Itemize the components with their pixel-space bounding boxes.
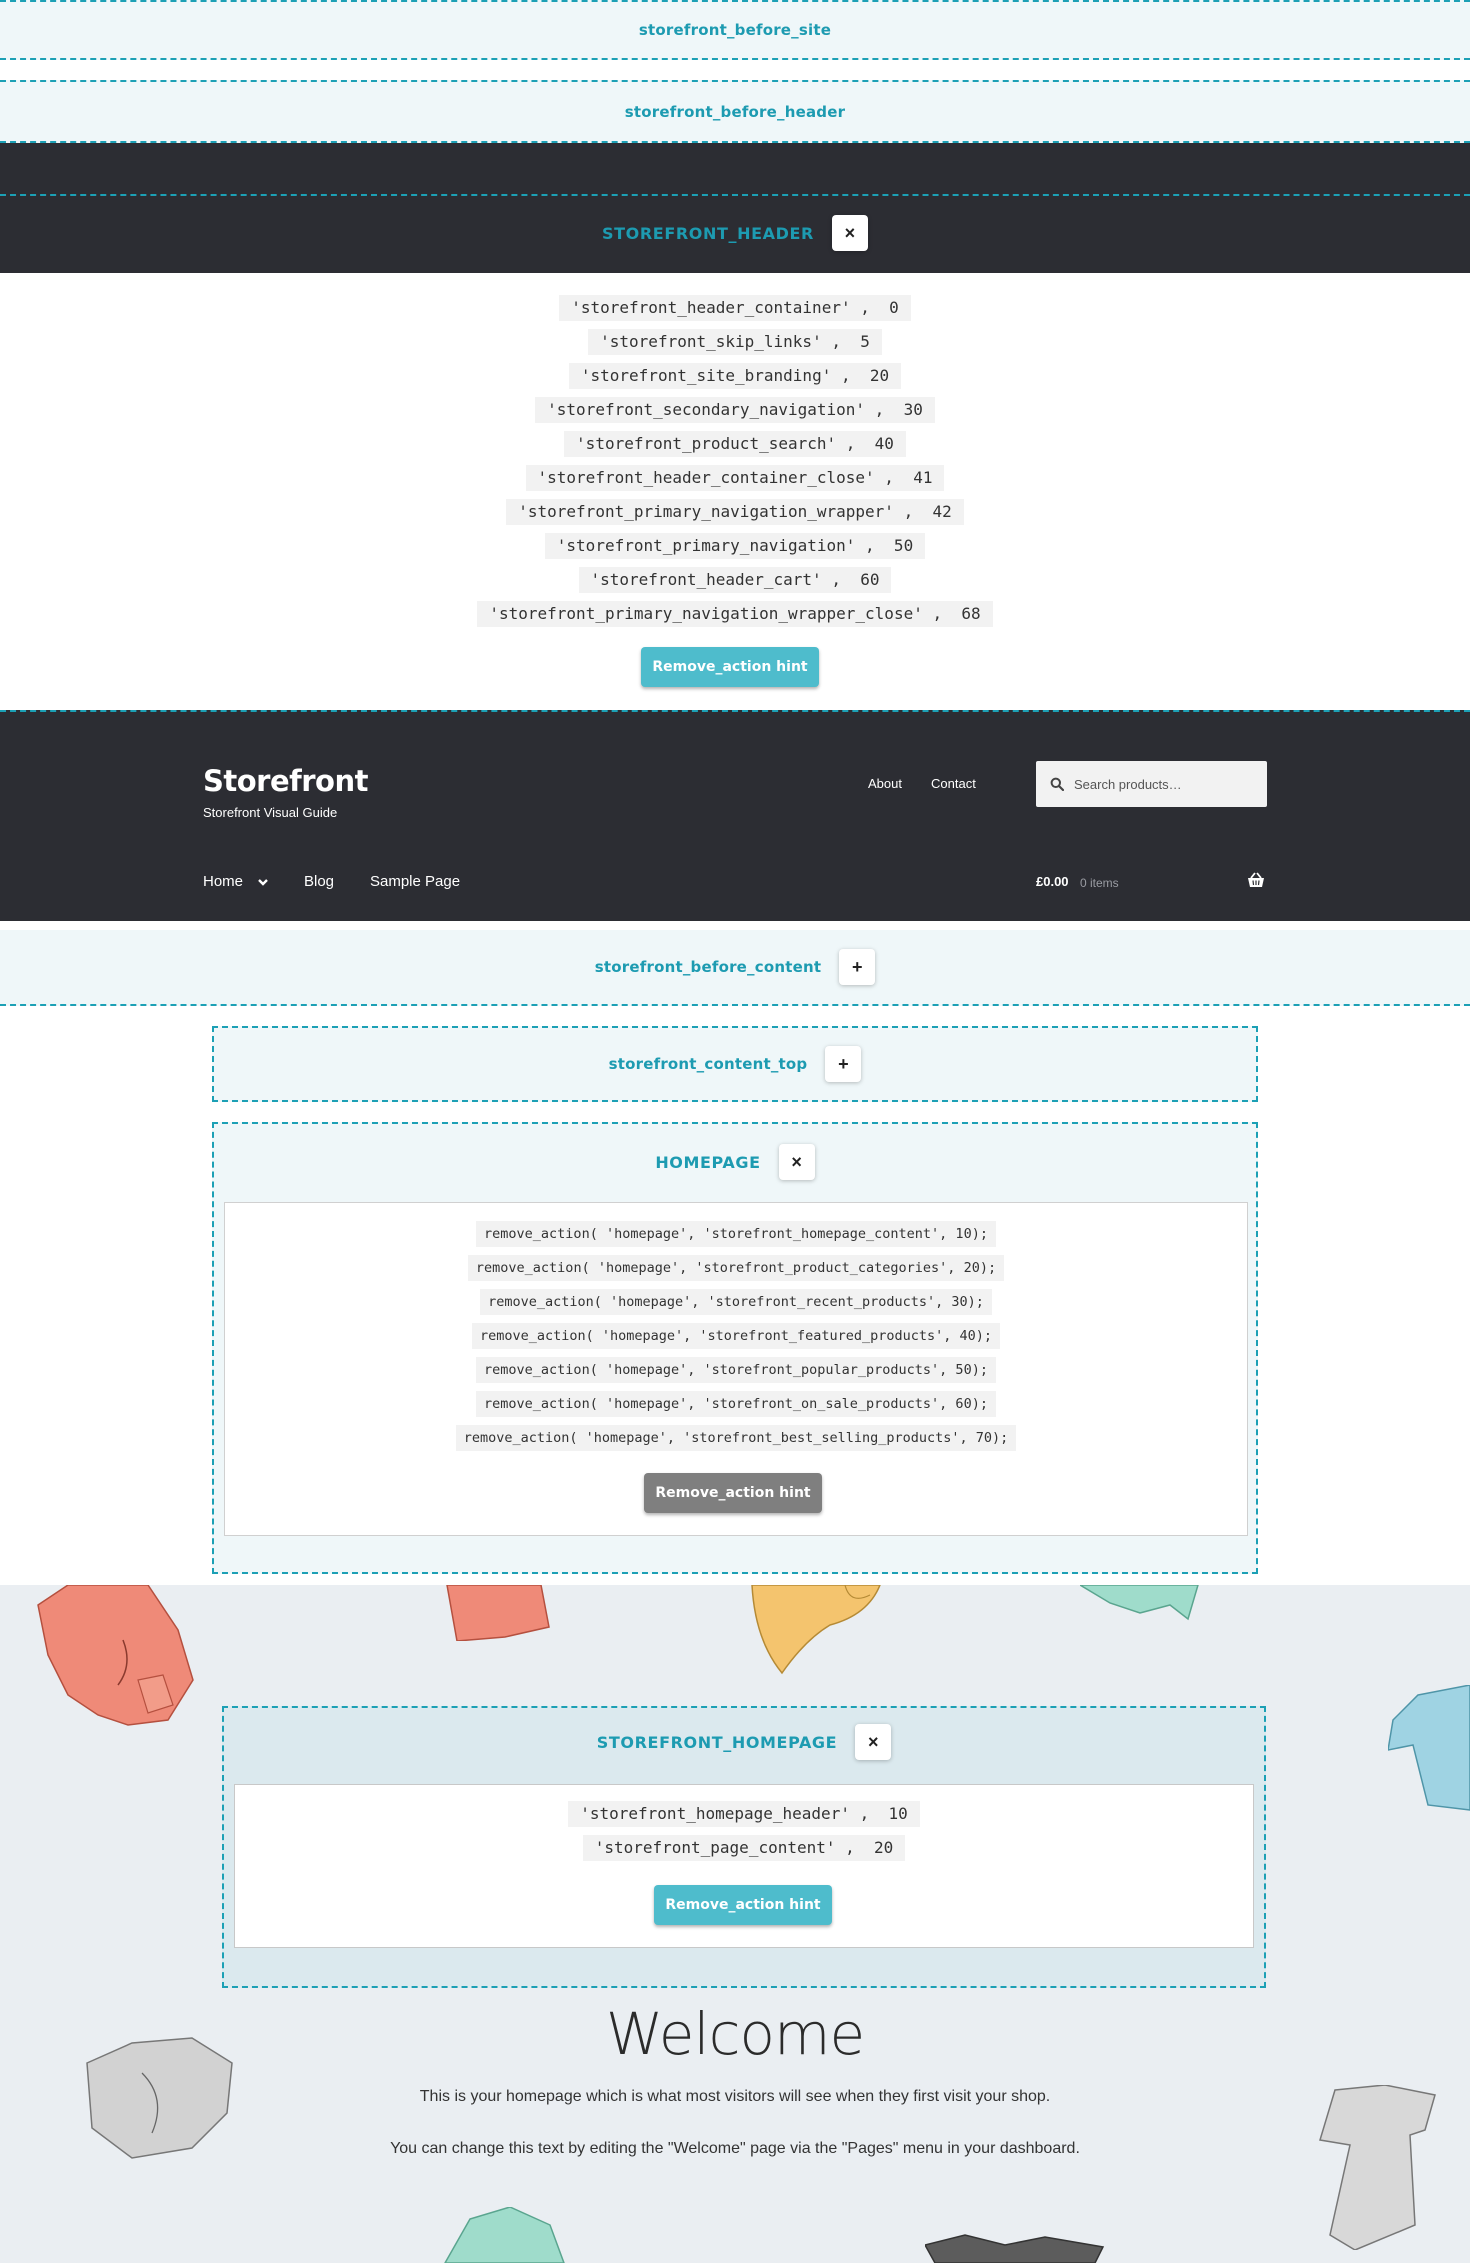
- homepage-action-line: remove_action( 'homepage', 'storefront_o…: [476, 1391, 996, 1417]
- polo-illustration: [1388, 1685, 1470, 1811]
- cart-amount[interactable]: £0.00: [1036, 874, 1069, 889]
- header-action-line: 'storefront_product_search' , 40: [564, 431, 906, 457]
- header-hook-row: STOREFRONT_HEADER ×: [0, 213, 1470, 253]
- chevron-down-icon: [258, 878, 268, 886]
- grey-tshirt-illustration: [1319, 2085, 1436, 2250]
- hook-label-storefront-homepage: STOREFRONT_HOMEPAGE: [596, 1732, 838, 1752]
- site-title[interactable]: Storefront: [203, 764, 369, 798]
- site-header: Storefront Storefront Visual Guide About…: [0, 710, 1470, 921]
- search-input[interactable]: Search products…: [1036, 761, 1267, 807]
- header-action-line: 'storefront_header_container' , 0: [559, 295, 911, 321]
- secondary-nav-contact[interactable]: Contact: [931, 776, 976, 791]
- before-content-expand-button[interactable]: +: [839, 949, 876, 985]
- header-hook-close-button[interactable]: ×: [831, 215, 868, 251]
- hook-label-before-content: storefront_before_content: [594, 958, 822, 976]
- homepage-actions-list: remove_action( 'homepage', 'storefront_h…: [225, 1221, 1247, 1451]
- shirt-illustration: [446, 1585, 550, 1641]
- homepage-action-line: remove_action( 'homepage', 'storefront_b…: [455, 1425, 1017, 1451]
- homepage-hook-row: HOMEPAGE ×: [214, 1144, 1256, 1180]
- header-action-line: 'storefront_secondary_navigation' , 30: [535, 397, 935, 423]
- green-jacket-illustration: [444, 2207, 565, 2263]
- homepage-remove-action-hint-button[interactable]: Remove_action hint: [644, 1473, 822, 1513]
- welcome-title: Welcome: [605, 2000, 865, 2068]
- hook-storefront-homepage: STOREFRONT_HOMEPAGE × 'storefront_homepa…: [222, 1706, 1266, 1988]
- primary-nav-home[interactable]: Home: [203, 873, 269, 890]
- storefront-homepage-action-line: 'storefront_page_content' , 20: [582, 1835, 906, 1861]
- search-icon: [1050, 777, 1064, 791]
- homepage-hook-close-button[interactable]: ×: [778, 1144, 815, 1180]
- sweater-illustration: [1080, 1585, 1199, 1621]
- homepage-actions-panel: remove_action( 'homepage', 'storefront_h…: [224, 1202, 1248, 1536]
- storefront-homepage-close-button[interactable]: ×: [855, 1724, 892, 1760]
- content-top-expand-button[interactable]: +: [825, 1046, 862, 1082]
- primary-nav-home-label: Home: [203, 873, 244, 890]
- header-action-line: 'storefront_site_branding' , 20: [568, 363, 902, 389]
- hook-homepage: HOMEPAGE × remove_action( 'homepage', 's…: [212, 1122, 1258, 1574]
- primary-nav-sample-page[interactable]: Sample Page: [370, 873, 460, 890]
- header-action-line: 'storefront_primary_navigation' , 50: [544, 533, 926, 559]
- header-action-line: 'storefront_header_container_close' , 41: [525, 465, 945, 491]
- storefront-homepage-action-line: 'storefront_homepage_header' , 10: [568, 1801, 920, 1827]
- divider: [0, 194, 1470, 196]
- header-hook-band: STOREFRONT_HEADER ×: [0, 143, 1470, 273]
- homepage-action-line: remove_action( 'homepage', 'storefront_f…: [471, 1323, 1001, 1349]
- search-placeholder: Search products…: [1074, 776, 1182, 792]
- sunglasses-illustration: [925, 2234, 1105, 2263]
- storefront-homepage-actions-list: 'storefront_homepage_header' , 10 'store…: [235, 1801, 1253, 1861]
- header-action-line: 'storefront_header_cart' , 60: [578, 567, 892, 593]
- hook-content-top: storefront_content_top +: [212, 1026, 1258, 1102]
- secondary-nav-about[interactable]: About: [868, 776, 902, 791]
- header-actions-list: 'storefront_header_container' , 0 'store…: [0, 295, 1470, 627]
- hook-label-before-header: storefront_before_header: [624, 102, 846, 121]
- hoodie-illustration: [37, 1585, 194, 1726]
- hook-label-header: STOREFRONT_HEADER: [602, 223, 814, 243]
- header-action-line: 'storefront_skip_links' , 5: [588, 329, 882, 355]
- cart-item-count[interactable]: 0 items: [1080, 876, 1119, 890]
- hook-label-content-top: storefront_content_top: [608, 1055, 808, 1073]
- welcome-text-1: This is your homepage which is what most…: [419, 2088, 1051, 2105]
- storefront-homepage-hook-row: STOREFRONT_HOMEPAGE ×: [224, 1724, 1264, 1760]
- hook-label-before-site: storefront_before_site: [638, 21, 832, 39]
- hook-label-homepage: HOMEPAGE: [655, 1152, 761, 1172]
- homepage-action-line: remove_action( 'homepage', 'storefront_r…: [480, 1289, 992, 1315]
- hook-before-header: storefront_before_header: [0, 80, 1470, 143]
- homepage-action-line: remove_action( 'homepage', 'storefront_p…: [467, 1255, 1005, 1281]
- homepage-action-line: remove_action( 'homepage', 'storefront_h…: [476, 1221, 996, 1247]
- header-action-line: 'storefront_primary_navigation_wrapper_c…: [477, 601, 993, 627]
- storefront-homepage-remove-action-hint-button[interactable]: Remove_action hint: [654, 1885, 832, 1925]
- homepage-action-line: remove_action( 'homepage', 'storefront_p…: [476, 1357, 996, 1383]
- welcome-text-2: You can change this text by editing the …: [390, 2140, 1080, 2157]
- primary-nav-blog[interactable]: Blog: [304, 873, 334, 890]
- header-action-line: 'storefront_primary_navigation_wrapper' …: [506, 499, 964, 525]
- cap-illustration: [751, 1585, 881, 1675]
- basket-icon[interactable]: [1247, 872, 1265, 888]
- header-remove-action-hint-button[interactable]: Remove_action hint: [641, 647, 819, 687]
- hook-before-content: storefront_before_content +: [0, 930, 1470, 1006]
- site-tagline: Storefront Visual Guide: [203, 805, 338, 820]
- storefront-homepage-actions-panel: 'storefront_homepage_header' , 10 'store…: [234, 1784, 1254, 1948]
- homepage-hero: STOREFRONT_HOMEPAGE × 'storefront_homepa…: [0, 1585, 1470, 2263]
- hook-before-site: storefront_before_site: [0, 0, 1470, 60]
